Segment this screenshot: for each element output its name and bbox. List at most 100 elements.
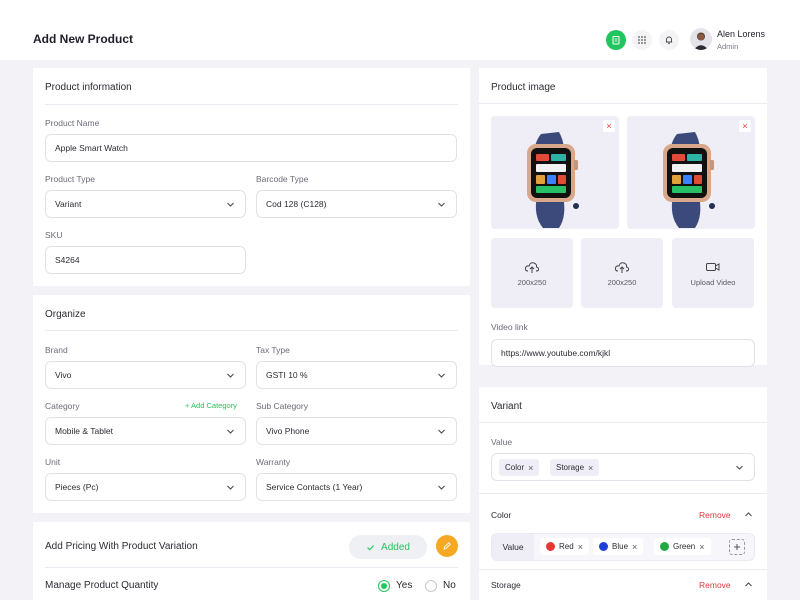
color-chip-green[interactable]: Green ×	[654, 538, 711, 555]
value-chip-label: Value	[492, 534, 534, 560]
upload-image-tile[interactable]: 200x250	[581, 238, 663, 308]
bell-icon[interactable]	[659, 30, 679, 50]
quantity-yes-label: Yes	[396, 580, 413, 591]
tax-type-label: Tax Type	[256, 345, 290, 355]
upload-video-tile[interactable]: Upload Video	[672, 238, 754, 308]
remove-image-button[interactable]: ×	[603, 120, 615, 132]
remove-image-button[interactable]: ×	[739, 120, 751, 132]
color-label: Color	[491, 510, 512, 520]
barcode-type-select[interactable]: Cod 128 (C128)	[256, 190, 457, 218]
card-title: Variant	[491, 401, 522, 412]
sku-value: S4264	[55, 255, 80, 265]
product-name-value: Apple Smart Watch	[55, 143, 128, 153]
color-chip-red[interactable]: Red ×	[540, 538, 589, 555]
warranty-select[interactable]: Service Contacts (1 Year)	[256, 473, 457, 501]
remove-color-button[interactable]: Remove	[699, 510, 731, 520]
color-chip-label: Green	[673, 542, 696, 551]
video-link-input[interactable]: https://www.youtube.com/kjkl	[491, 339, 755, 367]
add-value-button[interactable]	[729, 539, 745, 555]
user-role: Admin	[717, 42, 739, 51]
blue-swatch	[599, 542, 608, 551]
variant-chip[interactable]: Color ×	[499, 459, 540, 476]
pricing-variation-label: Add Pricing With Product Variation	[45, 541, 198, 552]
unit-select[interactable]: Pieces (Pc)	[45, 473, 246, 501]
divider	[479, 422, 767, 423]
upload-video-label: Upload Video	[690, 278, 736, 287]
variant-value-label: Value	[491, 437, 513, 447]
variant-chip[interactable]: Storage ×	[550, 459, 600, 476]
barcode-type-label: Barcode Type	[256, 174, 309, 184]
product-image-tile[interactable]: ×	[491, 116, 619, 229]
sku-label: SKU	[45, 230, 63, 240]
barcode-type-value: Cod 128 (C128)	[266, 199, 327, 209]
product-type-label: Product Type	[45, 174, 95, 184]
avatar[interactable]	[690, 28, 712, 50]
variant-value-select[interactable]: Color × Storage ×	[491, 453, 755, 481]
clipboard-icon[interactable]	[606, 30, 626, 50]
organize-card: Organize Brand Vivo Tax Type GSTI 10 % C…	[33, 295, 470, 513]
edit-button[interactable]	[436, 535, 458, 557]
video-icon	[706, 263, 720, 271]
upload-size-label: 200x250	[517, 278, 547, 287]
added-label: Added	[381, 541, 410, 553]
category-label: Category	[45, 401, 80, 411]
brand-select[interactable]: Vivo	[45, 361, 246, 389]
chevron-down-icon	[438, 429, 445, 434]
page-title: Add New Product	[33, 32, 134, 46]
product-image-tile[interactable]: ×	[627, 116, 755, 229]
chevron-down-icon	[227, 202, 234, 207]
remove-storage-button[interactable]: Remove	[699, 580, 731, 590]
sku-input[interactable]: S4264	[45, 246, 246, 274]
chevron-down-icon	[227, 485, 234, 490]
cloud-upload-icon	[614, 262, 630, 273]
brand-label: Brand	[45, 345, 68, 355]
top-bar: Add New Product Alen Lorens Admin	[0, 0, 800, 60]
added-button[interactable]: Added	[349, 535, 427, 559]
chevron-up-icon[interactable]	[744, 580, 753, 589]
tax-type-value: GSTI 10 %	[266, 370, 308, 380]
card-title: Product information	[45, 82, 132, 93]
chevron-down-icon	[438, 373, 445, 378]
plus-icon	[734, 544, 740, 550]
color-values-field[interactable]: Value Red × Blue × Green ×	[491, 533, 755, 561]
sub-category-select[interactable]: Vivo Phone	[256, 417, 457, 445]
color-chip-label: Blue	[612, 542, 629, 551]
add-category-link[interactable]: + Add Category	[185, 401, 237, 410]
product-image-card: Product image × × 200x250 200x250 Upload…	[479, 68, 767, 367]
cloud-upload-icon	[524, 262, 540, 273]
unit-value: Pieces (Pc)	[55, 482, 99, 492]
close-icon[interactable]: ×	[528, 463, 533, 473]
product-type-select[interactable]: Variant	[45, 190, 246, 218]
color-chip-label: Red	[559, 542, 574, 551]
apps-grid-icon[interactable]	[632, 30, 652, 50]
color-chip-blue[interactable]: Blue ×	[593, 538, 644, 555]
tax-type-select[interactable]: GSTI 10 %	[256, 361, 457, 389]
close-icon[interactable]: ×	[632, 542, 637, 552]
smartwatch-image	[663, 132, 715, 228]
category-select[interactable]: Mobile & Tablet	[45, 417, 246, 445]
product-name-input[interactable]: Apple Smart Watch	[45, 134, 457, 162]
close-icon[interactable]: ×	[578, 542, 583, 552]
upload-image-tile[interactable]: 200x250	[491, 238, 573, 308]
product-name-label: Product Name	[45, 118, 100, 128]
storage-label: Storage	[491, 580, 521, 590]
user-name: Alen Lorens	[717, 29, 766, 39]
card-title: Product image	[491, 82, 556, 93]
warranty-value: Service Contacts (1 Year)	[266, 482, 363, 492]
video-link-label: Video link	[491, 322, 528, 332]
chevron-down-icon	[227, 373, 234, 378]
quantity-no-radio[interactable]	[425, 580, 437, 592]
chevron-up-icon[interactable]	[744, 510, 753, 519]
sub-category-value: Vivo Phone	[266, 426, 310, 436]
chevron-down-icon	[227, 429, 234, 434]
close-icon[interactable]: ×	[699, 542, 704, 552]
pencil-icon	[443, 542, 451, 550]
divider	[45, 104, 458, 105]
product-type-value: Variant	[55, 199, 82, 209]
chevron-down-icon	[438, 202, 445, 207]
close-icon[interactable]: ×	[588, 463, 593, 473]
manage-quantity-label: Manage Product Quantity	[45, 580, 159, 591]
quantity-no-label: No	[443, 580, 456, 591]
quantity-yes-radio[interactable]	[378, 580, 390, 592]
video-link-value: https://www.youtube.com/kjkl	[501, 348, 611, 358]
